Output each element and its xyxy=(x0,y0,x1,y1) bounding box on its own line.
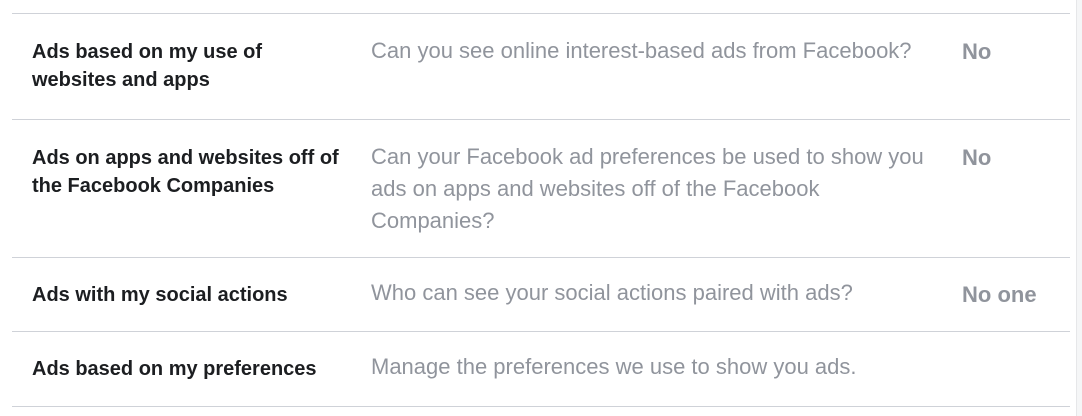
ad-settings-list: Ads based on my use of websites and apps… xyxy=(12,13,1082,407)
setting-value: No xyxy=(962,145,992,170)
setting-label: Ads based on my preferences xyxy=(32,358,317,380)
setting-value: No xyxy=(962,39,992,64)
setting-label: Ads with my social actions xyxy=(32,284,288,306)
setting-value: No one xyxy=(962,282,1037,307)
setting-description: Can you see online interest-based ads fr… xyxy=(371,38,912,63)
setting-row-social-actions[interactable]: Ads with my social actions Who can see y… xyxy=(12,257,1070,332)
setting-row-off-facebook-companies[interactable]: Ads on apps and websites off of the Face… xyxy=(12,119,1070,258)
setting-description: Can your Facebook ad preferences be used… xyxy=(371,144,924,233)
setting-label: Ads on apps and websites off of the Face… xyxy=(32,147,339,197)
setting-description: Who can see your social actions paired w… xyxy=(371,280,853,305)
setting-row-websites-and-apps[interactable]: Ads based on my use of websites and apps… xyxy=(12,13,1070,120)
vertical-scrollbar[interactable] xyxy=(1076,0,1082,416)
setting-label: Ads based on my use of websites and apps xyxy=(32,41,263,91)
setting-description: Manage the preferences we use to show yo… xyxy=(371,354,857,379)
scrollbar-thumb[interactable] xyxy=(1076,0,1082,416)
setting-row-preferences[interactable]: Ads based on my preferences Manage the p… xyxy=(12,331,1070,407)
